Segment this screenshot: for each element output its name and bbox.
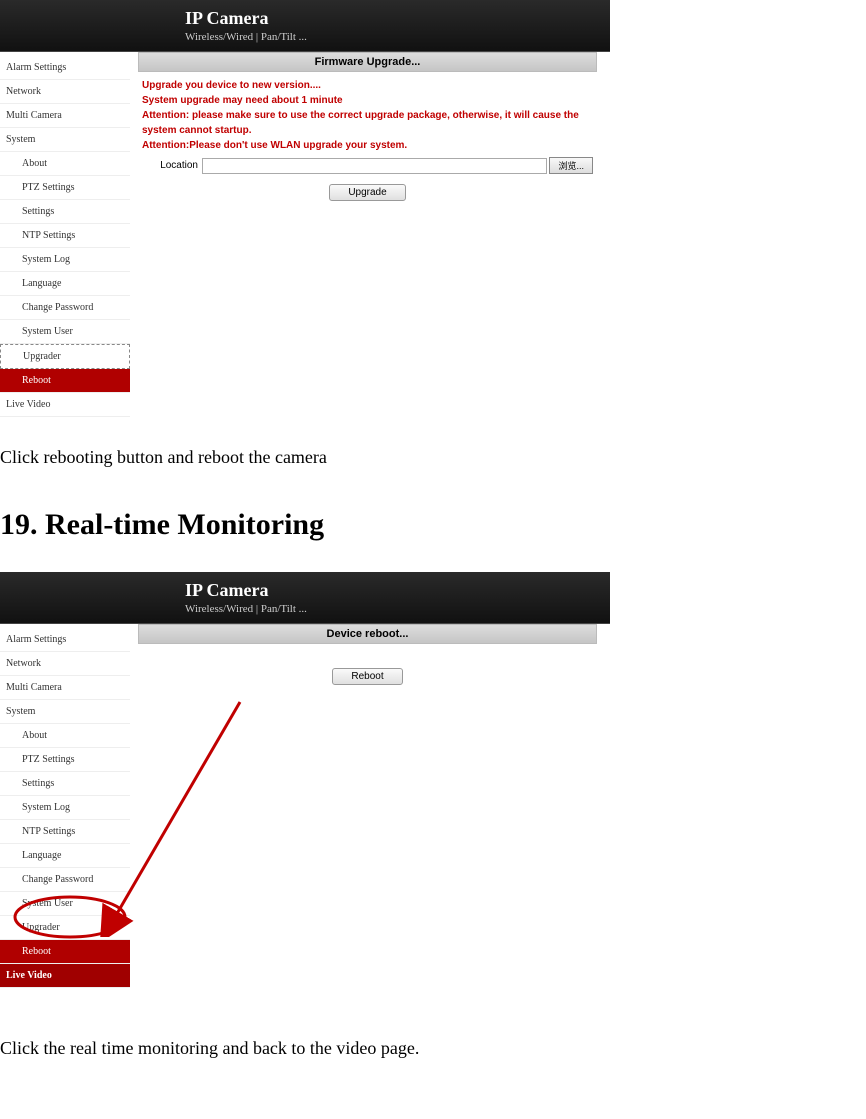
sidebar-item[interactable]: System User [0, 320, 130, 344]
sidebar-item[interactable]: Language [0, 844, 130, 868]
reboot-button[interactable]: Reboot [332, 668, 402, 685]
screenshot-firmware-upgrade: IP Camera Wireless/Wired | Pan/Tilt ... … [0, 0, 610, 417]
sidebar-item[interactable]: Reboot [0, 369, 130, 393]
sidebar-item[interactable]: Multi Camera [0, 104, 130, 128]
app-subtitle: Wireless/Wired | Pan/Tilt ... [185, 31, 610, 43]
sidebar-item[interactable]: System Log [0, 248, 130, 272]
sidebar-item[interactable]: Settings [0, 200, 130, 224]
location-label: Location [142, 160, 202, 171]
app-header: IP Camera Wireless/Wired | Pan/Tilt ... [0, 572, 610, 624]
section-heading: 19. Real-time Monitoring [0, 488, 866, 572]
upgrade-button[interactable]: Upgrade [329, 184, 405, 201]
location-input[interactable] [202, 158, 547, 174]
instruction-text: Click the real time monitoring and back … [0, 988, 866, 1079]
sidebar-item[interactable]: About [0, 152, 130, 176]
sidebar-item[interactable]: NTP Settings [0, 820, 130, 844]
app-subtitle: Wireless/Wired | Pan/Tilt ... [185, 603, 610, 615]
sidebar-item[interactable]: Network [0, 80, 130, 104]
sidebar-item[interactable]: Settings [0, 772, 130, 796]
sidebar-item[interactable]: System Log [0, 796, 130, 820]
panel-title-firmware: Firmware Upgrade... [138, 52, 597, 72]
sidebar-nav-1: Alarm SettingsNetworkMulti CameraSystemA… [0, 52, 130, 417]
warning-line: Attention:Please don't use WLAN upgrade … [142, 138, 593, 153]
sidebar-item[interactable]: Reboot [0, 940, 130, 964]
sidebar-item[interactable]: System [0, 700, 130, 724]
sidebar-item[interactable]: Live Video [0, 964, 130, 988]
app-header: IP Camera Wireless/Wired | Pan/Tilt ... [0, 0, 610, 52]
warning-line: System upgrade may need about 1 minute [142, 93, 593, 108]
sidebar-item[interactable]: About [0, 724, 130, 748]
sidebar-item[interactable]: NTP Settings [0, 224, 130, 248]
app-title: IP Camera [185, 580, 610, 601]
sidebar-item[interactable]: System [0, 128, 130, 152]
panel-title-reboot: Device reboot... [138, 624, 597, 644]
instruction-text: Click rebooting button and reboot the ca… [0, 417, 866, 488]
sidebar-item[interactable]: Network [0, 652, 130, 676]
sidebar-item[interactable]: Live Video [0, 393, 130, 417]
sidebar-item[interactable]: Alarm Settings [0, 628, 130, 652]
app-title: IP Camera [185, 8, 610, 29]
sidebar-item[interactable]: PTZ Settings [0, 748, 130, 772]
sidebar-item[interactable]: Multi Camera [0, 676, 130, 700]
sidebar-item[interactable]: Change Password [0, 868, 130, 892]
sidebar-item[interactable]: Language [0, 272, 130, 296]
sidebar-item[interactable]: System User [0, 892, 130, 916]
screenshot-device-reboot: IP Camera Wireless/Wired | Pan/Tilt ... … [0, 572, 610, 988]
sidebar-item[interactable]: Change Password [0, 296, 130, 320]
sidebar-item[interactable]: Alarm Settings [0, 56, 130, 80]
browse-button[interactable]: 浏览... [549, 157, 593, 174]
sidebar-nav-2: Alarm SettingsNetworkMulti CameraSystemA… [0, 624, 130, 988]
warning-line: Attention: please make sure to use the c… [142, 108, 593, 138]
warning-line: Upgrade you device to new version.... [142, 78, 593, 93]
sidebar-item[interactable]: Upgrader [0, 916, 130, 940]
sidebar-item[interactable]: Upgrader [0, 344, 130, 369]
sidebar-item[interactable]: PTZ Settings [0, 176, 130, 200]
